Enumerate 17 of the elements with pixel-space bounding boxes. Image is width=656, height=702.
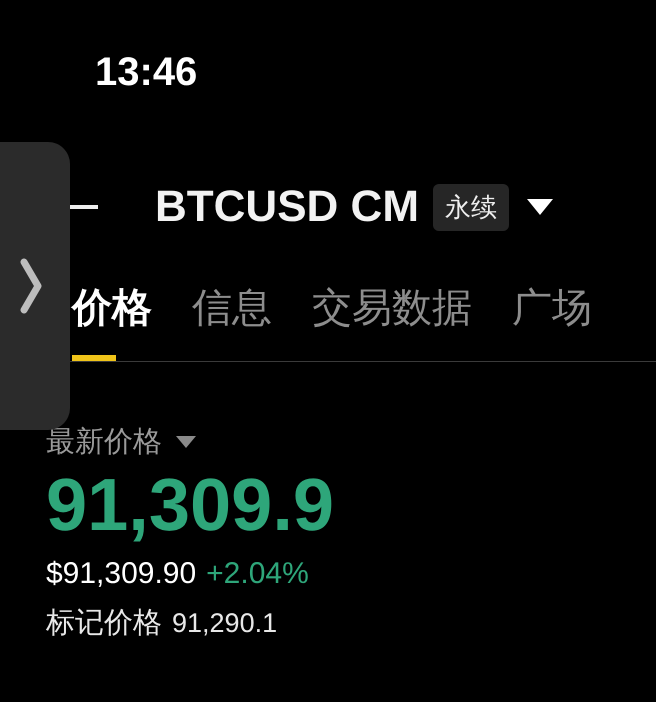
status-time: 13:46: [95, 50, 198, 94]
tab[interactable]: 信息: [192, 280, 272, 361]
tab[interactable]: 交易数据: [312, 280, 472, 361]
last-price: 91,309.9: [46, 464, 336, 546]
contract-type-badge: 永续: [432, 184, 509, 230]
dropdown-caret-icon[interactable]: [176, 436, 196, 448]
dropdown-caret-icon[interactable]: [526, 199, 553, 215]
mark-price-value: 91,290.1: [172, 608, 278, 640]
usd-price: $91,309.90: [46, 557, 196, 592]
tab[interactable]: 广场: [512, 280, 592, 361]
price-change: +2.04%: [206, 557, 309, 592]
price-type-label[interactable]: 最新价格: [46, 422, 162, 462]
chevron-right-icon: [20, 258, 42, 314]
tab[interactable]: 价格: [72, 280, 152, 361]
mark-price-label: 标记价格: [46, 606, 162, 642]
side-panel-handle[interactable]: [0, 142, 70, 430]
symbol-title: BTCUSD CM: [155, 182, 419, 232]
